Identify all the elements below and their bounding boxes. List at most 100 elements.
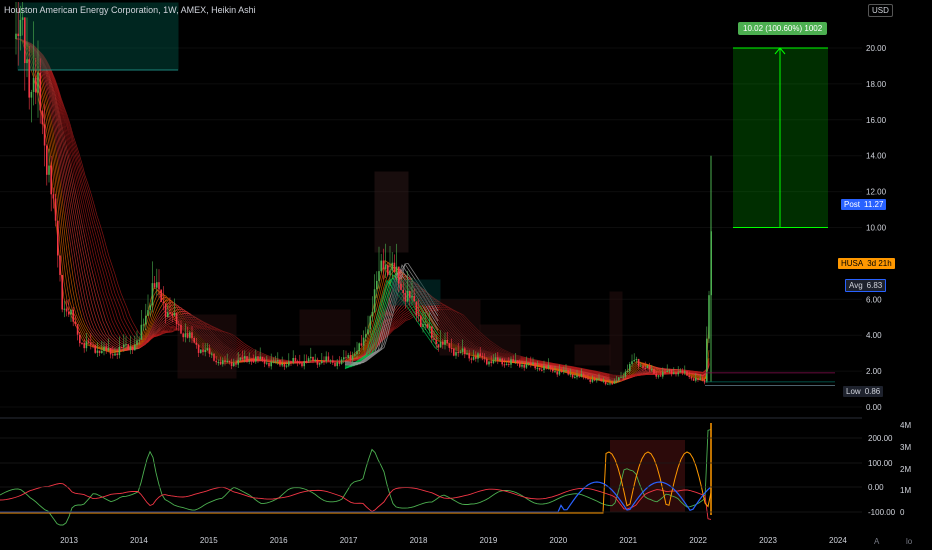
candle-body: [195, 342, 198, 345]
candle-body: [490, 361, 492, 364]
candle-body: [536, 367, 539, 369]
candle-body: [635, 358, 638, 361]
candle-body: [334, 362, 336, 366]
candle-body: [347, 355, 349, 358]
candle-body: [169, 312, 171, 314]
time-tick-label: 2018: [410, 536, 428, 545]
candle-body: [184, 333, 187, 338]
auto-scale-button[interactable]: A: [874, 537, 879, 546]
time-tick-label: 2020: [549, 536, 567, 545]
candle-body: [296, 361, 299, 363]
log-scale-button[interactable]: lo: [906, 537, 912, 546]
candle-body: [105, 346, 107, 351]
price-tick-label: 4.00: [866, 331, 882, 340]
candle-body: [345, 357, 347, 359]
candle-body: [488, 361, 490, 365]
currency-badge[interactable]: USD: [868, 4, 893, 17]
candle-body: [510, 359, 512, 365]
candle-body: [697, 378, 699, 380]
volume-tick-label: 1M: [900, 486, 911, 495]
candle-body: [156, 282, 158, 288]
candle-body: [389, 270, 391, 275]
candle-body: [316, 359, 319, 365]
candle-body: [191, 332, 193, 339]
candle-body: [492, 359, 495, 364]
post-tag: Post 11.27: [841, 199, 887, 210]
candle-body: [444, 339, 446, 345]
candle-body: [52, 194, 55, 199]
measure-tool[interactable]: [733, 47, 828, 228]
candle-body: [604, 380, 607, 385]
candle-body: [277, 360, 279, 362]
candle-body: [402, 289, 404, 294]
candle-body: [466, 353, 468, 355]
candle-body: [651, 369, 653, 371]
candle-body: [340, 359, 343, 364]
candle-body: [609, 383, 611, 385]
candle-body: [633, 360, 635, 362]
candle-body: [582, 373, 585, 377]
chart-canvas[interactable]: 20.00 18.00 16.00 14.00 12.00 10.00 6.00 4.00 2.…: [0, 0, 932, 550]
price-tick-label: 20.00: [866, 44, 887, 53]
price-tick-label: 6.00: [866, 295, 882, 304]
candle-body: [611, 383, 613, 385]
candle-body: [699, 378, 701, 380]
candle-body: [178, 324, 180, 326]
candle-body: [257, 356, 259, 360]
candle-body: [28, 59, 30, 98]
candle-body: [653, 369, 655, 374]
candle-body: [470, 358, 473, 360]
candle-body: [362, 337, 365, 346]
candle-body: [459, 351, 462, 353]
candle-body: [224, 360, 226, 363]
candle-body: [24, 17, 26, 64]
candle-body: [94, 344, 96, 353]
candle-body: [70, 309, 72, 315]
candle-body: [453, 348, 455, 356]
candle-body: [666, 370, 668, 373]
price-tick-label: 18.00: [866, 80, 887, 89]
volume-tick-label: 2M: [900, 465, 911, 474]
candle-body: [431, 326, 433, 339]
candle-body: [145, 315, 147, 325]
candle-body: [134, 345, 136, 351]
candle-body: [464, 348, 466, 355]
time-tick-label: 2015: [200, 536, 218, 545]
candle-body: [428, 326, 431, 329]
candle-body: [43, 124, 46, 146]
candle-body: [182, 333, 184, 338]
candle-body: [173, 312, 176, 316]
candle-body: [565, 370, 567, 372]
candle-body: [180, 324, 182, 334]
candle-body: [433, 338, 435, 340]
candle-body: [549, 365, 552, 369]
candle-body: [354, 354, 356, 356]
candle-body: [659, 375, 662, 377]
candle-body: [301, 362, 303, 367]
candle-body: [541, 369, 543, 371]
candle-body: [96, 350, 99, 353]
candle-body: [521, 364, 523, 367]
candle-body: [81, 343, 83, 345]
candle-body: [288, 361, 290, 366]
price-tick-label: 14.00: [866, 152, 887, 161]
candle-body: [48, 165, 50, 175]
indicator-tick-label: 100.00: [868, 459, 893, 468]
candle-body: [57, 220, 59, 256]
candle-body: [620, 376, 622, 378]
candle-body: [380, 260, 382, 272]
candle-body: [593, 379, 596, 381]
indicator-tick-label: -100.00: [868, 508, 896, 517]
time-tick-label: 2013: [60, 536, 78, 545]
candle-body: [505, 363, 508, 365]
candle-body: [241, 357, 244, 359]
candle-body: [138, 339, 140, 341]
candle-body: [532, 362, 534, 364]
candle-body: [622, 376, 624, 378]
candle-body: [615, 380, 618, 382]
candle-body: [147, 310, 149, 316]
candle-body: [349, 355, 352, 360]
candle-body: [46, 145, 48, 175]
candle-body: [270, 361, 272, 367]
candle-body: [299, 362, 301, 364]
